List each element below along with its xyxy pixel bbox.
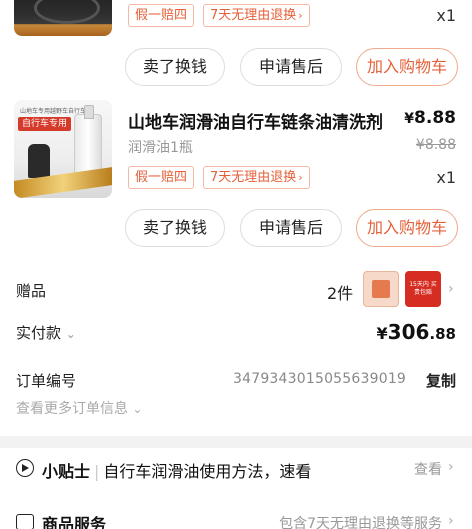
copy-button[interactable]: 复制: [426, 370, 456, 391]
price-value: 8.88: [414, 108, 456, 128]
currency-symbol: ¥: [376, 324, 388, 343]
item-quantity: x1: [436, 6, 456, 25]
thumb-badge: 自行车专用: [18, 117, 72, 131]
more-order-info-link[interactable]: 查看更多订单信息 ⌄: [16, 398, 143, 418]
paid-label[interactable]: 实付款 ⌄: [16, 322, 76, 343]
product-image-1[interactable]: [14, 0, 112, 36]
tag-fake-compensation[interactable]: 假一赔四: [128, 4, 195, 27]
tag-fake-compensation[interactable]: 假一赔四: [128, 166, 195, 189]
order-number-label: 订单编号: [16, 372, 77, 390]
product-title[interactable]: 山地车润滑油自行车链条油清洗剂: [128, 108, 383, 133]
tip-separator: |: [94, 462, 100, 481]
product-image-2[interactable]: 山地车专用越野车自行车 自行车专用: [14, 100, 112, 198]
play-icon: [16, 459, 34, 477]
tip-row[interactable]: 小贴士 | 自行车润滑油使用方法，速看: [42, 458, 311, 482]
order-number: 3479343015055639019: [233, 371, 407, 387]
order-goods-card: 假一赔四 7天无理由退换 › x1 卖了换钱 申请售后 加入购物车 山地车专用越野…: [0, 0, 472, 436]
chevron-down-icon: ⌄: [132, 402, 143, 416]
after-sale-button[interactable]: 申请售后: [240, 48, 342, 86]
gift-image-1[interactable]: [363, 271, 399, 307]
amount-integer: 306: [387, 320, 430, 344]
chevron-right-icon: ›: [298, 171, 303, 184]
see-button[interactable]: 查看: [414, 459, 442, 479]
chevron-right-icon: ›: [298, 9, 303, 22]
tag-return-policy[interactable]: 7天无理由退换 ›: [203, 4, 310, 27]
chevron-down-icon: ⌄: [65, 327, 76, 341]
tag-label: 假一赔四: [135, 170, 188, 185]
shopping-bag-icon: [16, 514, 34, 529]
chevron-right-icon[interactable]: ›: [448, 513, 454, 529]
amount-decimal: .88: [429, 325, 456, 343]
sell-button[interactable]: 卖了换钱: [125, 48, 225, 86]
sell-button[interactable]: 卖了换钱: [125, 209, 225, 247]
service-label: 商品服务: [42, 515, 107, 529]
service-detail[interactable]: 包含7天无理由退换等服务: [279, 513, 442, 529]
gift-count[interactable]: 2件: [327, 280, 353, 304]
currency-symbol: ¥: [404, 111, 415, 127]
tag-return-policy[interactable]: 7天无理由退换 ›: [203, 166, 310, 189]
original-price: ¥8.88: [415, 137, 456, 153]
gift-image-2[interactable]: 15天内 买贵包赔: [405, 271, 441, 307]
tip-text: 自行车润滑油使用方法，速看: [103, 462, 312, 481]
after-sale-button[interactable]: 申请售后: [240, 209, 342, 247]
tag-label: 假一赔四: [135, 8, 188, 23]
chevron-right-icon[interactable]: ›: [448, 281, 454, 297]
product-price: ¥8.88: [404, 108, 456, 128]
item-quantity: x1: [436, 168, 456, 187]
tag-label: 7天无理由退换: [210, 8, 297, 23]
gift-image-caption: 15天内 买贵包赔: [409, 281, 437, 296]
paid-amount: ¥306.88: [377, 320, 456, 344]
chevron-right-icon[interactable]: ›: [448, 459, 454, 475]
add-to-cart-button[interactable]: 加入购物车: [356, 48, 458, 86]
tip-label: 小贴士: [42, 462, 91, 481]
rider-graphic: [28, 144, 50, 178]
gift-label: 赠品: [16, 282, 47, 300]
tag-label: 7天无理由退换: [210, 170, 297, 185]
paid-label-text: 实付款: [16, 324, 62, 342]
more-order-info-text: 查看更多订单信息: [16, 401, 128, 417]
product-spec: 润滑油1瓶: [128, 140, 193, 156]
add-to-cart-button[interactable]: 加入购物车: [356, 209, 458, 247]
